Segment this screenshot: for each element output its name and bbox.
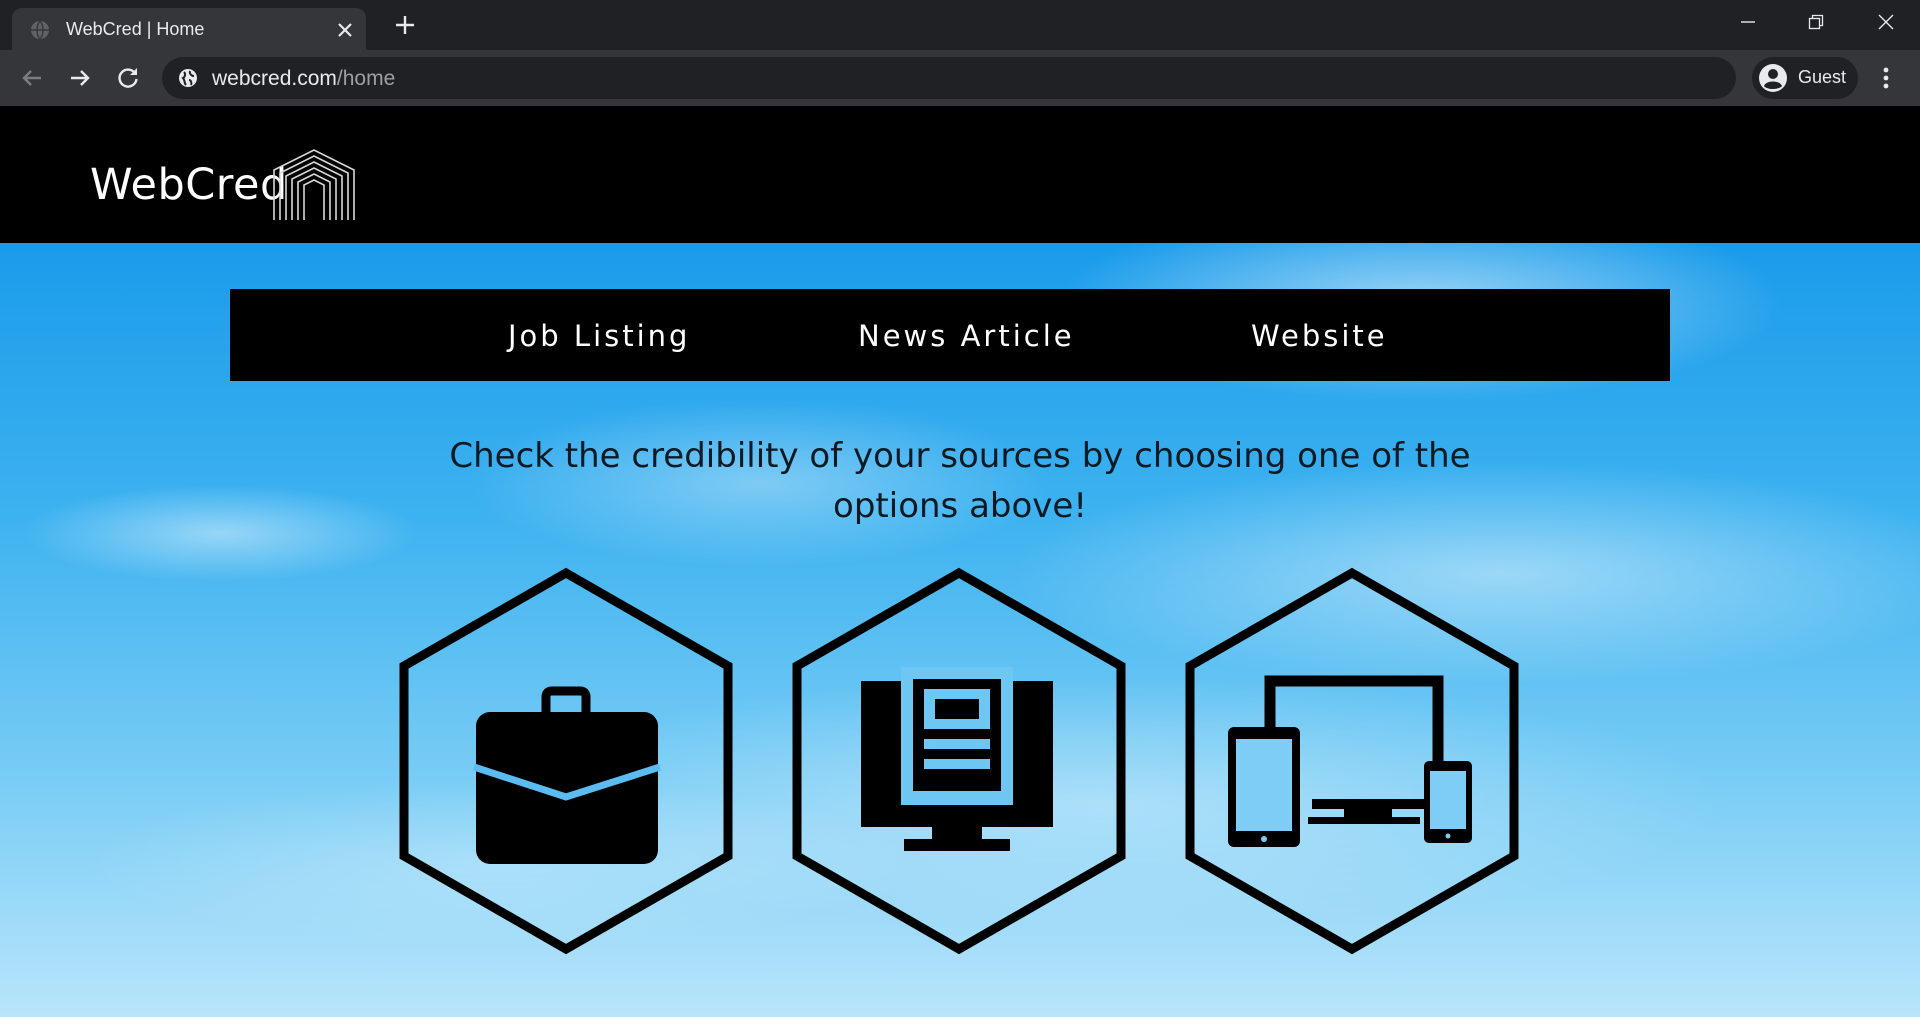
options-nav-bar: Job Listing News Article Website: [230, 289, 1670, 381]
browser-tab[interactable]: WebCred | Home: [12, 8, 366, 50]
close-window-button[interactable]: [1852, 0, 1920, 44]
close-icon: [1878, 14, 1894, 30]
profile-button[interactable]: Guest: [1752, 57, 1858, 99]
new-tab-icon[interactable]: [393, 13, 417, 37]
site-header: WebCred: [0, 106, 1920, 243]
news-monitor-icon: [861, 667, 1053, 851]
tab-title: WebCred | Home: [66, 19, 205, 39]
minimize-button[interactable]: [1714, 0, 1782, 44]
avatar-icon: [1759, 64, 1787, 92]
browser-chrome: WebCred | Home webcred.com/home Guest: [0, 0, 1920, 106]
url-path: /home: [336, 67, 396, 90]
url-host: webcred.com: [212, 67, 337, 90]
close-tab-icon[interactable]: [336, 21, 354, 39]
browser-toolbar: webcred.com/home Guest: [0, 50, 1920, 106]
tagline: Check the credibility of your sources by…: [449, 436, 1471, 526]
page-viewport: WebCred Job Listing News Article Website…: [0, 106, 1920, 1017]
nav-option-job-listing[interactable]: Job Listing: [508, 319, 690, 353]
site-logo-text[interactable]: WebCred: [90, 160, 288, 210]
nav-option-website[interactable]: Website: [1251, 319, 1388, 353]
news-article-card[interactable]: [791, 567, 1127, 955]
minimize-icon: [1741, 21, 1755, 23]
arch-logo-icon[interactable]: [272, 148, 356, 222]
job-listing-card[interactable]: [398, 567, 734, 955]
restore-button[interactable]: [1782, 0, 1850, 44]
nav-option-news-article[interactable]: News Article: [858, 319, 1075, 353]
multi-device-icon: [1228, 675, 1472, 847]
tab-strip: WebCred | Home: [0, 0, 1920, 50]
site-info-globe-icon[interactable]: [178, 68, 198, 88]
globe-icon: [31, 20, 49, 40]
reload-icon[interactable]: [114, 64, 142, 92]
forward-arrow-icon[interactable]: [66, 64, 94, 92]
hero-section: Job Listing News Article Website Check t…: [0, 243, 1920, 1017]
url-text: webcred.com/home: [212, 67, 395, 91]
restore-icon: [1808, 14, 1824, 30]
website-card[interactable]: [1184, 567, 1520, 955]
profile-label: Guest: [1798, 67, 1847, 87]
address-bar[interactable]: webcred.com/home: [162, 57, 1736, 99]
back-arrow-icon[interactable]: [18, 64, 46, 92]
briefcase-icon: [472, 686, 662, 864]
kebab-menu-icon[interactable]: [1874, 64, 1898, 92]
